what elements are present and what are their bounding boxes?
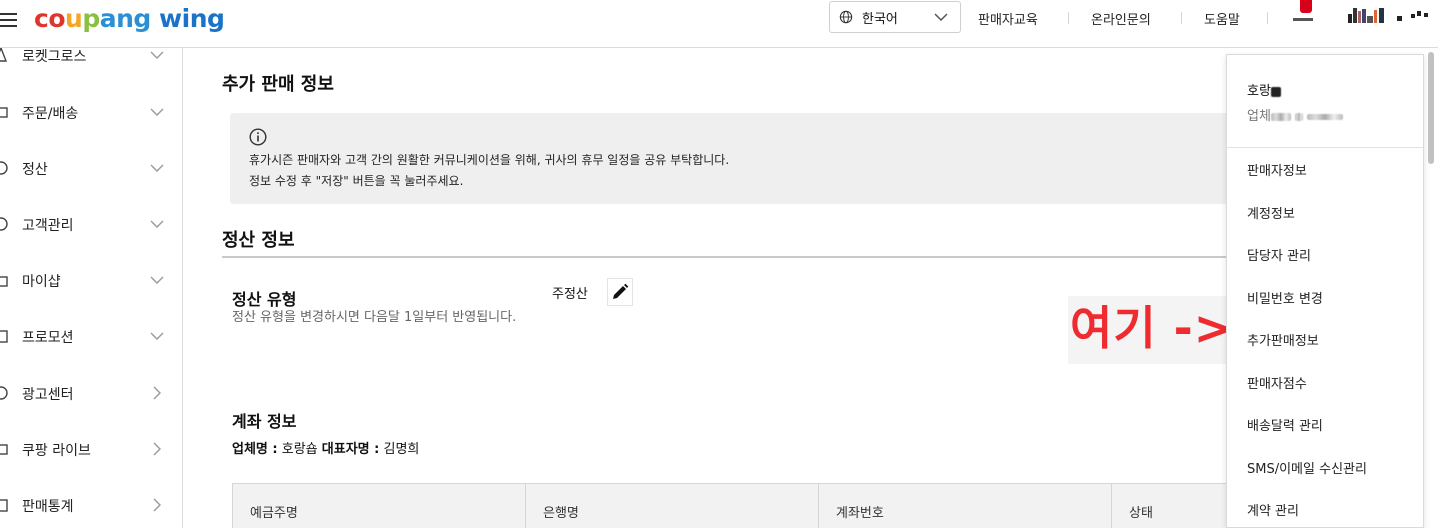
sidebar-item-label: 쿠팡 라이브 <box>22 443 91 459</box>
sidebar-item-label: 주문/배송 <box>22 106 79 122</box>
notification-badge[interactable] <box>1300 0 1312 13</box>
settlement-type-value: 주정산 <box>552 287 588 302</box>
settlement-type-description: 정산 유형을 변경하시면 다음달 1일부터 반영됩니다. <box>232 310 517 325</box>
table-header-cell: 은행명 <box>526 484 819 528</box>
chevron-down-icon <box>934 13 948 22</box>
page-title: 추가 판매 정보 <box>222 74 334 95</box>
sidebar-item-promotion[interactable]: 프로모션 <box>0 321 182 351</box>
sidebar-item-settlement[interactable]: 정산 <box>0 153 182 183</box>
user-name-text: 호랑 <box>1247 84 1271 99</box>
sidebar-item-label: 광고센터 <box>22 387 74 403</box>
notice-text: 정보 수정 후 "저장" 버튼을 꼭 눌러주세요. <box>249 174 464 188</box>
sidebar-item-label: 정산 <box>22 162 48 178</box>
account-owner-info: 업체명 : 호랑숍 대표자명 : 김명희 <box>232 438 419 457</box>
account-table-header: 예금주명 은행명 계좌번호 상태 <box>232 483 1232 528</box>
main-content: 추가 판매 정보 휴가시즌 판매자와 고객 간의 원활한 커뮤니케이션을 위해,… <box>183 48 1240 528</box>
table-header-cell: 계좌번호 <box>819 484 1112 528</box>
menu-item-additional-sales-info[interactable]: 추가판매정보 <box>1247 330 1319 349</box>
representative-label: 대표자명 : <box>321 442 380 457</box>
scrollbar-thumb[interactable] <box>1428 52 1434 164</box>
chat-icon <box>0 217 8 231</box>
column-account-holder: 예금주명 <box>250 506 298 521</box>
globe-icon <box>839 10 853 24</box>
pencil-icon <box>613 283 629 299</box>
user-company: 업체 <box>1247 105 1344 124</box>
notice-box: 휴가시즌 판매자와 고객 간의 원활한 커뮤니케이션을 위해, 귀사의 휴무 일… <box>230 113 1240 204</box>
chevron-down-icon <box>150 164 164 172</box>
language-value: 한국어 <box>862 11 898 27</box>
sidebar-nav: 로켓그로스 주문/배송 정산 고객관리 마이샵 프로모션 광고센터 쿠팡 라이브 <box>0 48 183 528</box>
sidebar-item-ad-center[interactable]: 광고센터 <box>0 378 182 408</box>
chevron-down-icon <box>150 220 164 228</box>
sidebar-item-rocket-growth[interactable]: 로켓그로스 <box>0 48 182 70</box>
column-status: 상태 <box>1129 506 1153 521</box>
chevron-down-icon <box>150 108 164 116</box>
sidebar-item-sales-stats[interactable]: 판매통계 <box>0 490 182 520</box>
won-icon <box>0 161 8 175</box>
info-icon <box>249 128 267 146</box>
language-select[interactable]: 한국어 <box>829 1 961 33</box>
sidebar-item-myshop[interactable]: 마이샵 <box>0 265 182 295</box>
stats-icon <box>0 499 8 512</box>
section-title-settlement: 정산 정보 <box>222 230 295 251</box>
promo-icon <box>0 330 8 343</box>
user-name: 호랑 <box>1247 80 1281 99</box>
settlement-type-label: 정산 유형 <box>232 290 297 309</box>
top-header: coupang wing 한국어 판매자교육 온라인문의 도움말 <box>0 0 1438 48</box>
chevron-down-icon <box>150 51 164 59</box>
chevron-right-icon <box>153 442 161 456</box>
chevron-right-icon <box>153 386 161 400</box>
user-dropdown-menu: 호랑 업체 판매자정보 계정정보 담당자 관리 비밀번호 변경 추가판매정보 판… <box>1226 54 1424 528</box>
company-value: 호랑숍 <box>281 442 318 457</box>
section-title-account: 계좌 정보 <box>232 412 297 431</box>
sidebar-item-coupang-live[interactable]: 쿠팡 라이브 <box>0 434 182 464</box>
coupang-wing-logo[interactable]: coupang wing <box>34 4 225 34</box>
representative-value: 김명희 <box>383 442 420 457</box>
sidebar-item-label: 고객관리 <box>22 218 74 234</box>
menu-item-seller-info[interactable]: 판매자정보 <box>1247 160 1307 179</box>
company-label: 업체명 : <box>232 442 278 457</box>
notification-icon[interactable] <box>1293 18 1313 21</box>
header-link-help[interactable]: 도움말 <box>1204 9 1240 28</box>
dropdown-divider <box>1227 147 1423 148</box>
menu-item-change-password[interactable]: 비밀번호 변경 <box>1247 288 1323 307</box>
table-header-cell: 예금주명 <box>233 484 526 528</box>
rocket-icon <box>0 48 8 62</box>
sidebar-item-label: 마이샵 <box>22 274 61 290</box>
header-divider <box>1181 12 1182 24</box>
column-bank: 은행명 <box>543 506 579 521</box>
menu-item-account-info[interactable]: 계정정보 <box>1247 203 1295 222</box>
menu-item-sms-email-settings[interactable]: SMS/이메일 수신관리 <box>1247 458 1367 477</box>
chevron-down-icon <box>150 276 164 284</box>
live-icon <box>0 444 8 455</box>
menu-item-contract[interactable]: 계약 관리 <box>1247 500 1299 519</box>
user-company-text: 업체 <box>1247 109 1271 124</box>
ad-icon <box>0 386 8 400</box>
sidebar-item-orders[interactable]: 주문/배송 <box>0 97 182 127</box>
sidebar-item-label: 판매통계 <box>22 499 74 515</box>
column-account-number: 계좌번호 <box>836 506 884 521</box>
edit-settlement-button[interactable] <box>607 278 633 306</box>
menu-icon[interactable] <box>0 10 18 30</box>
header-divider <box>1068 12 1069 24</box>
shop-icon <box>0 276 8 287</box>
header-divider <box>1267 12 1268 24</box>
notice-text: 휴가시즌 판매자와 고객 간의 원활한 커뮤니케이션을 위해, 귀사의 휴무 일… <box>249 153 730 167</box>
table-header-cell: 상태 <box>1112 484 1231 528</box>
header-link-online-inquiry[interactable]: 온라인문의 <box>1091 9 1151 28</box>
sidebar-item-label: 로켓그로스 <box>22 49 87 65</box>
annotation-arrow-text: 여기 -> <box>1070 301 1234 355</box>
sidebar-item-customers[interactable]: 고객관리 <box>0 209 182 239</box>
section-divider <box>222 256 1232 258</box>
menu-item-delivery-calendar[interactable]: 배송달력 관리 <box>1247 415 1323 434</box>
menu-item-manager[interactable]: 담당자 관리 <box>1247 245 1311 264</box>
logo-wing-text: wing <box>159 4 225 33</box>
sidebar-item-label: 프로모션 <box>22 330 74 346</box>
truck-icon <box>0 107 8 118</box>
header-link-seller-education[interactable]: 판매자교육 <box>978 9 1038 28</box>
chevron-down-icon <box>150 332 164 340</box>
menu-item-seller-score[interactable]: 판매자점수 <box>1247 373 1307 392</box>
chevron-right-icon <box>153 498 161 512</box>
